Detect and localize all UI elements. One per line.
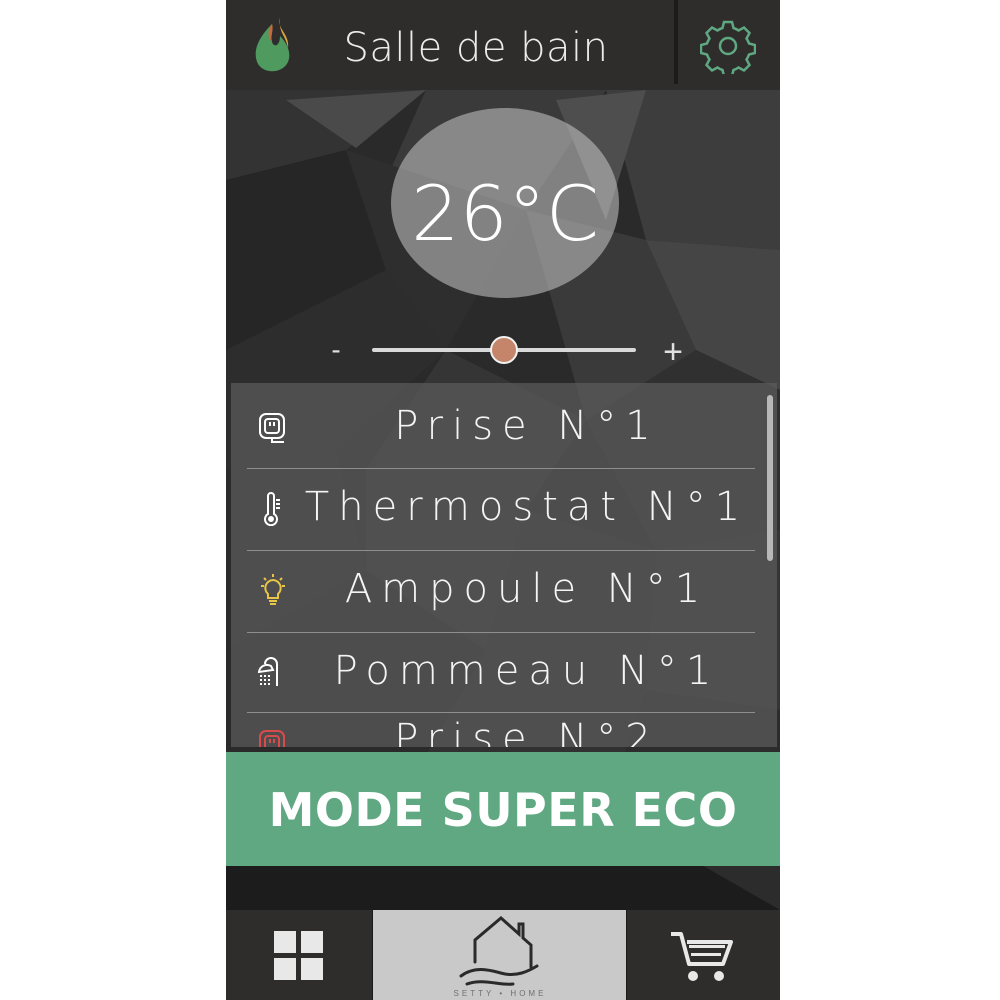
device-item-pommeau-1[interactable]: Pommeau N°1 (247, 634, 755, 714)
home-logo-icon (459, 916, 539, 986)
header-divider (674, 0, 678, 84)
device-label: Prise N°2 (394, 716, 660, 747)
list-divider (247, 632, 755, 633)
super-eco-mode-label: MODE SUPER ECO (268, 783, 738, 837)
shopping-cart-icon (671, 932, 733, 981)
super-eco-mode-button[interactable]: MODE SUPER ECO (226, 752, 780, 866)
device-item-ampoule-1[interactable]: Ampoule N°1 (247, 552, 755, 632)
page-title: Salle de bain (343, 25, 609, 71)
thermometer-icon (264, 492, 280, 526)
home-logo-text: SETTY • HOME (453, 989, 547, 998)
device-label: Ampoule N°1 (344, 566, 710, 612)
grid-icon (274, 931, 324, 981)
temperature-slider-thumb[interactable] (490, 336, 518, 364)
list-divider (247, 550, 755, 551)
device-list[interactable]: Prise N°1 Thermostat N°1 Ampoule N°1 Pom… (231, 383, 777, 747)
nav-home-button[interactable]: SETTY • HOME (373, 910, 626, 1000)
device-item-thermostat-1[interactable]: Thermostat N°1 (247, 470, 755, 550)
app-screen: Salle de bain 26°C - + Prise N°1 Thermos… (226, 0, 780, 1000)
device-item-prise-2[interactable]: Prise N°2 (247, 716, 755, 747)
light-bulb-icon (261, 574, 285, 605)
bottom-navigation: SETTY • HOME (226, 910, 780, 1000)
temperature-value: 26°C (411, 169, 599, 258)
app-header: Salle de bain (226, 0, 780, 90)
plug-icon (259, 730, 285, 747)
device-label: Prise N°1 (394, 403, 660, 449)
list-scrollbar[interactable] (767, 395, 773, 561)
flame-leaf-icon (255, 18, 290, 72)
plug-icon (259, 413, 285, 443)
list-divider (247, 712, 755, 713)
decrease-temperature-button[interactable]: - (324, 330, 348, 370)
increase-temperature-button[interactable]: + (656, 330, 690, 371)
list-divider (247, 468, 755, 469)
device-label: Pommeau N°1 (333, 648, 721, 694)
device-item-prise-1[interactable]: Prise N°1 (247, 389, 755, 469)
nav-cart-button[interactable] (627, 910, 780, 1000)
shower-icon (257, 657, 278, 686)
nav-dashboard-button[interactable] (226, 910, 372, 1000)
gear-icon[interactable] (700, 18, 756, 74)
device-label: Thermostat N°1 (304, 484, 750, 530)
